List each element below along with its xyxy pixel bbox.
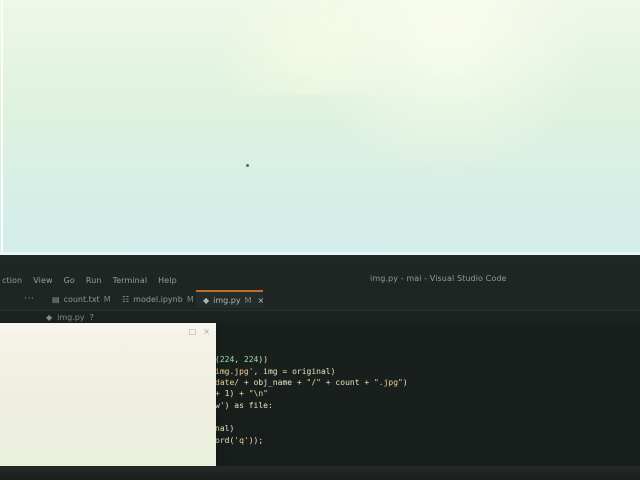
code-token-ord: ord( (215, 436, 235, 445)
code-line-4: + 1) + "\n" (215, 389, 268, 398)
title-bar: ction View Go Run Terminal Help img.py -… (0, 271, 640, 289)
menu-bar: ction View Go Run Terminal Help (0, 276, 177, 285)
notebook-icon: ☷ (122, 294, 130, 304)
close-tab-icon[interactable]: × (258, 296, 265, 305)
close-icon[interactable]: × (203, 327, 210, 336)
code-token-nal: nal) (215, 424, 235, 433)
tab-label-model: model.ipynb (133, 294, 183, 304)
left-edge-line (1, 0, 3, 252)
code-line-7: ord('q')); (215, 436, 263, 445)
code-token-img-jpg: img.jpg' (215, 367, 254, 376)
code-token-original: , img = original) (253, 367, 336, 376)
screen-dot (246, 164, 249, 167)
minimize-icon[interactable]: □ (189, 327, 197, 336)
code-line-6: nal) (215, 424, 234, 433)
preview-titlebar (0, 323, 216, 331)
tab-label-img: img.py (213, 295, 241, 305)
tab-img-py[interactable]: ◆ img.py M × (196, 290, 265, 308)
python-icon: ◆ (203, 295, 210, 305)
code-line-5: w') as file: (215, 401, 273, 410)
python-file-icon: ◆ (46, 313, 53, 322)
code-token-date: date/ (215, 378, 240, 387)
breadcrumb-file[interactable]: img.py (57, 313, 84, 322)
tab-status-img: M (244, 295, 252, 305)
background-window (0, 0, 640, 255)
menu-item-terminal[interactable]: Terminal (113, 276, 148, 285)
tab-status-count: M (103, 294, 111, 304)
tab-status-model: M (186, 294, 194, 304)
tab-bar: ⋯ ▤ count.txt M ☷ model.ipynb M ◆ img.py… (0, 288, 640, 311)
screenshot-scene: ction View Go Run Terminal Help img.py -… (0, 0, 640, 480)
breadcrumb: ◆ img.py ? (46, 313, 94, 322)
code-token-224-a: 224 (219, 355, 235, 364)
code-token-q: 'q' (234, 436, 249, 445)
code-token-close: )); (248, 436, 264, 445)
light-glow (180, 0, 440, 95)
code-token-plus-one: + 1) + (215, 389, 249, 398)
taskbar-strip (0, 466, 640, 480)
tab-count-txt[interactable]: ▤ count.txt M (45, 290, 113, 308)
tab-model-ipynb[interactable]: ☷ model.ipynb M (115, 290, 195, 308)
preview-window[interactable]: □ × (0, 323, 216, 468)
code-token-newline: "\n" (248, 389, 268, 398)
more-tabs-icon[interactable]: ⋯ (24, 293, 34, 304)
text-file-icon: ▤ (52, 294, 60, 304)
code-token-obj-name: + obj_name + (239, 378, 307, 387)
code-token-jpg: ".jpg" (373, 378, 403, 387)
code-line-2: img.jpg', img = original) (215, 367, 335, 376)
menu-item-go[interactable]: Go (64, 276, 75, 285)
code-token-slash: "/" (306, 378, 321, 387)
menu-item-selection[interactable]: ction (2, 276, 22, 285)
code-token-count: + count + (320, 378, 374, 387)
menu-item-run[interactable]: Run (86, 276, 102, 285)
code-token-as-file: w') as file: (215, 401, 273, 410)
tab-label-count: count.txt (63, 294, 100, 304)
code-token-224-b: 224 (243, 355, 259, 364)
menu-item-view[interactable]: View (33, 276, 52, 285)
code-line-1: (224, 224)) (215, 355, 269, 364)
menu-item-help[interactable]: Help (158, 276, 177, 285)
code-token-paren: ) (402, 378, 408, 387)
code-line-3: date/ + obj_name + "/" + count + ".jpg") (215, 378, 408, 387)
window-title: img.py - mai - Visual Studio Code (370, 274, 507, 283)
preview-controls: □ × (189, 327, 210, 336)
breadcrumb-suffix: ? (89, 313, 94, 322)
